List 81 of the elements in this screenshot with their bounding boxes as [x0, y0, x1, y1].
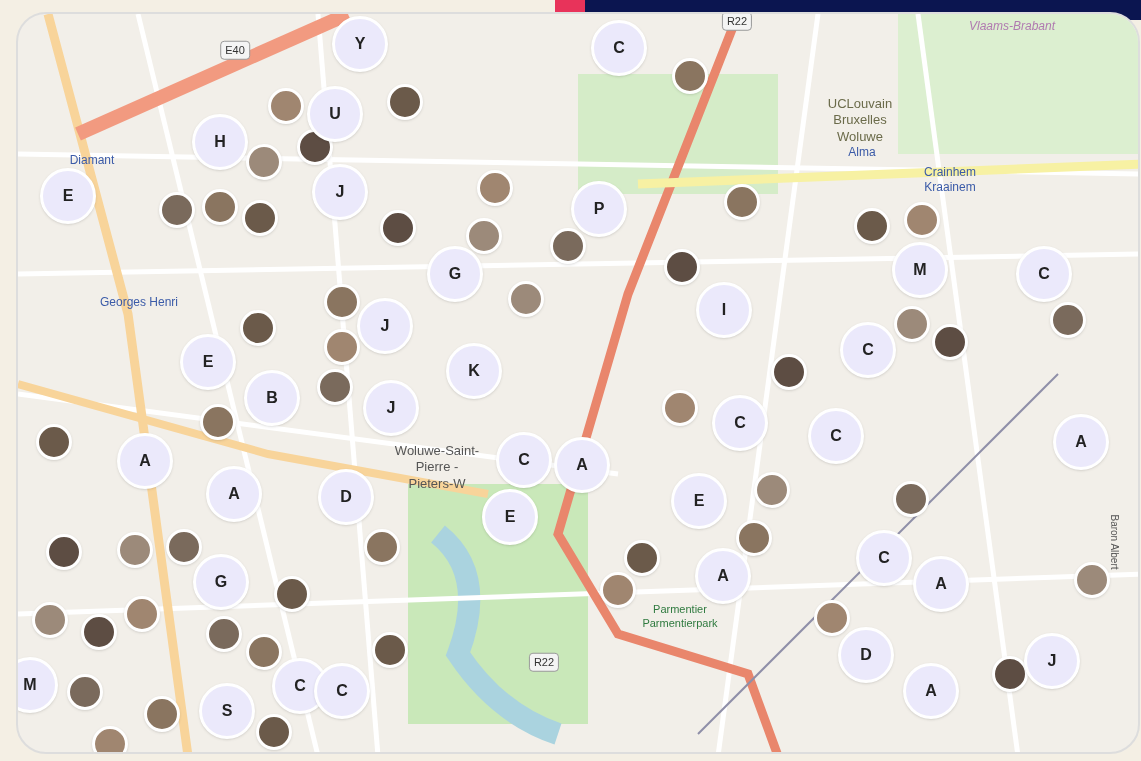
avatar-placeholder[interactable]: [550, 228, 586, 264]
avatar-placeholder[interactable]: [317, 369, 353, 405]
map-label: R22: [528, 652, 560, 672]
avatar-placeholder[interactable]: [380, 210, 416, 246]
map-label: Alma: [847, 144, 877, 160]
letter-marker[interactable]: C: [840, 322, 896, 378]
avatar-placeholder[interactable]: [771, 354, 807, 390]
avatar-placeholder[interactable]: [893, 481, 929, 517]
letter-marker[interactable]: E: [40, 168, 96, 224]
letter-marker[interactable]: A: [903, 663, 959, 719]
letter-marker[interactable]: C: [496, 432, 552, 488]
letter-marker[interactable]: D: [838, 627, 894, 683]
map-label: Georges Henri: [98, 294, 179, 310]
letter-marker[interactable]: C: [1016, 246, 1072, 302]
avatar-placeholder[interactable]: [364, 529, 400, 565]
avatar-placeholder[interactable]: [200, 404, 236, 440]
map-label: Crainhem Kraainem: [923, 165, 977, 195]
avatar-placeholder[interactable]: [144, 696, 180, 732]
avatar-placeholder[interactable]: [724, 184, 760, 220]
map-label: Parmentier Parmentierpark: [641, 603, 719, 631]
letter-marker[interactable]: P: [571, 181, 627, 237]
avatar-placeholder[interactable]: [256, 714, 292, 750]
letter-marker[interactable]: G: [427, 246, 483, 302]
avatar-placeholder[interactable]: [932, 324, 968, 360]
avatar-placeholder[interactable]: [46, 534, 82, 570]
avatar-placeholder[interactable]: [274, 576, 310, 612]
map-label: E40: [220, 40, 250, 60]
letter-marker[interactable]: J: [312, 164, 368, 220]
avatar-placeholder[interactable]: [240, 310, 276, 346]
avatar-placeholder[interactable]: [246, 634, 282, 670]
avatar-placeholder[interactable]: [854, 208, 890, 244]
map-label: R22: [721, 14, 753, 31]
letter-marker[interactable]: A: [117, 433, 173, 489]
avatar-placeholder[interactable]: [324, 284, 360, 320]
letter-marker[interactable]: J: [357, 298, 413, 354]
letter-marker[interactable]: G: [193, 554, 249, 610]
letter-marker[interactable]: A: [1053, 414, 1109, 470]
map-label: Diamant: [68, 152, 116, 168]
avatar-placeholder[interactable]: [736, 520, 772, 556]
avatar-placeholder[interactable]: [992, 656, 1028, 692]
letter-marker[interactable]: C: [314, 663, 370, 719]
avatar-placeholder[interactable]: [1050, 302, 1086, 338]
avatar-placeholder[interactable]: [206, 616, 242, 652]
letter-marker[interactable]: J: [363, 380, 419, 436]
letter-marker[interactable]: A: [206, 466, 262, 522]
map-label: Woluwe-Saint-Pierre - Pieters-W: [394, 442, 480, 492]
letter-marker[interactable]: I: [696, 282, 752, 338]
letter-marker[interactable]: A: [695, 548, 751, 604]
letter-marker[interactable]: B: [244, 370, 300, 426]
map-label: Baron Albert: [1107, 514, 1121, 570]
letter-marker[interactable]: E: [180, 334, 236, 390]
letter-marker[interactable]: S: [199, 683, 255, 739]
letter-marker[interactable]: K: [446, 343, 502, 399]
letter-marker[interactable]: C: [856, 530, 912, 586]
map-label: Vlaams-Brabant: [969, 18, 1055, 35]
avatar-placeholder[interactable]: [166, 529, 202, 565]
letter-marker[interactable]: E: [671, 473, 727, 529]
letter-marker[interactable]: J: [1024, 633, 1080, 689]
letter-marker[interactable]: C: [591, 20, 647, 76]
letter-marker[interactable]: C: [808, 408, 864, 464]
avatar-placeholder[interactable]: [159, 192, 195, 228]
avatar-placeholder[interactable]: [387, 84, 423, 120]
map-label: UCLouvain Bruxelles Woluwe: [826, 95, 894, 145]
letter-marker[interactable]: H: [192, 114, 248, 170]
letter-marker[interactable]: A: [913, 556, 969, 612]
avatar-placeholder[interactable]: [372, 632, 408, 668]
avatar-placeholder[interactable]: [242, 200, 278, 236]
avatar-placeholder[interactable]: [672, 58, 708, 94]
avatar-placeholder[interactable]: [624, 540, 660, 576]
avatar-placeholder[interactable]: [81, 614, 117, 650]
avatar-placeholder[interactable]: [67, 674, 103, 710]
avatar-placeholder[interactable]: [202, 189, 238, 225]
letter-marker[interactable]: M: [18, 657, 58, 713]
avatar-placeholder[interactable]: [664, 249, 700, 285]
avatar-placeholder[interactable]: [36, 424, 72, 460]
letter-marker[interactable]: Y: [332, 16, 388, 72]
letter-marker[interactable]: A: [554, 437, 610, 493]
letter-marker[interactable]: U: [307, 86, 363, 142]
letter-marker[interactable]: D: [318, 469, 374, 525]
letter-marker[interactable]: M: [892, 242, 948, 298]
letter-marker[interactable]: C: [712, 395, 768, 451]
